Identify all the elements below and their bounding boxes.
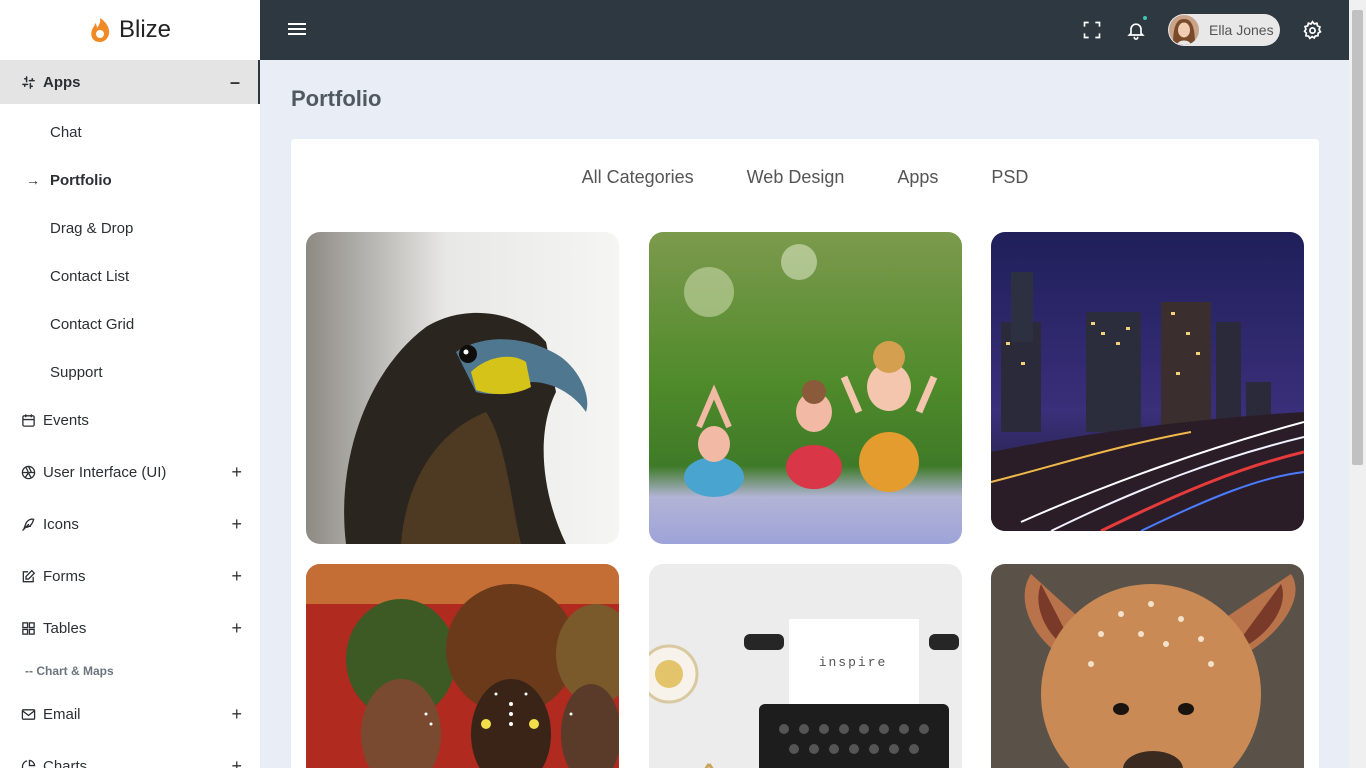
sidebar-item-label: Tables <box>43 619 87 637</box>
portfolio-tile-typewriter[interactable]: inspire <box>649 564 962 768</box>
sidebar-item-events[interactable]: Events <box>0 394 260 446</box>
filter-psd[interactable]: PSD <box>991 167 1028 188</box>
notification-bell-icon[interactable] <box>1124 15 1148 42</box>
sidebar-subitem-label: Contact Grid <box>50 315 135 333</box>
apps-submenu: Chat → Portfolio Drag & Drop Contact List… <box>0 108 260 396</box>
calendar-icon <box>20 412 36 428</box>
section-label-chart-maps: -- Chart & Maps <box>25 664 114 678</box>
aperture-icon <box>20 464 36 480</box>
sidebar-menu: Apps – <box>0 60 260 104</box>
brand-name: Blize <box>118 16 172 43</box>
edit-icon <box>20 568 36 584</box>
avatar <box>1169 15 1199 45</box>
city-night-image <box>991 232 1304 531</box>
portfolio-card: All Categories Web Design Apps PSD inspi… <box>291 139 1319 768</box>
sidebar-item-label: Charts <box>43 757 88 768</box>
portfolio-tile-women[interactable] <box>306 564 619 768</box>
arrow-right-icon: → <box>26 172 40 188</box>
sidebar-item-email[interactable]: Email + <box>0 688 260 740</box>
typewriter-caption: inspire <box>819 655 888 670</box>
expand-toggle[interactable]: + <box>231 618 242 639</box>
fullscreen-icon[interactable] <box>1080 18 1104 42</box>
feather-icon <box>20 516 36 532</box>
user-name: Ella Jones <box>1209 22 1274 38</box>
sidebar-subitem-support[interactable]: Support <box>0 348 260 396</box>
sidebar: Blize Apps – Chat → Portfolio Drag & Drop… <box>0 0 260 768</box>
deer-image <box>991 564 1304 768</box>
collapse-toggle[interactable]: – <box>230 72 240 93</box>
expand-toggle[interactable]: + <box>231 514 242 535</box>
sidebar-item-label: Apps <box>43 73 81 91</box>
pie-chart-icon <box>20 758 36 768</box>
portfolio-tile-deer[interactable] <box>991 564 1304 768</box>
mail-icon <box>20 706 36 722</box>
sidebar-item-label: Icons <box>43 515 79 533</box>
portfolio-tile-city-night[interactable] <box>991 232 1304 531</box>
expand-toggle[interactable]: + <box>231 462 242 483</box>
scroll-thumb[interactable] <box>1352 10 1363 465</box>
sidebar-item-label: Events <box>43 411 89 429</box>
sidebar-item-tables[interactable]: Tables + <box>0 602 260 654</box>
user-menu[interactable]: Ella Jones <box>1168 14 1280 46</box>
expand-toggle[interactable]: + <box>231 566 242 587</box>
sidebar-subitem-label: Portfolio <box>50 171 112 189</box>
eagle-image <box>306 232 619 544</box>
sidebar-subitem-label: Support <box>50 363 103 381</box>
sidebar-subitem-portfolio[interactable]: → Portfolio <box>0 156 260 204</box>
portfolio-tile-eagle[interactable] <box>306 232 619 544</box>
topbar: Ella Jones <box>260 0 1349 60</box>
filter-web-design[interactable]: Web Design <box>747 167 845 188</box>
sidebar-subitem-drag-drop[interactable]: Drag & Drop <box>0 204 260 252</box>
sidebar-item-apps[interactable]: Apps – <box>0 60 260 104</box>
sidebar-subitem-contact-grid[interactable]: Contact Grid <box>0 300 260 348</box>
sidebar-item-charts[interactable]: Charts + <box>0 740 260 768</box>
filter-all-categories[interactable]: All Categories <box>582 167 694 188</box>
sidebar-subitem-contact-list[interactable]: Contact List <box>0 252 260 300</box>
slack-icon <box>20 74 36 90</box>
expand-toggle[interactable]: + <box>231 756 242 768</box>
figurines-image <box>649 232 962 544</box>
sidebar-item-label: Email <box>43 705 81 723</box>
sidebar-item-icons[interactable]: Icons + <box>0 498 260 550</box>
sidebar-subitem-label: Contact List <box>50 267 130 285</box>
page-title: Portfolio <box>291 86 382 111</box>
filter-apps[interactable]: Apps <box>897 167 938 188</box>
hamburger-menu-icon[interactable] <box>288 20 306 38</box>
portfolio-filters: All Categories Web Design Apps PSD <box>291 167 1319 188</box>
portfolio-tile-figurines[interactable] <box>649 232 962 544</box>
sidebar-item-label: User Interface (UI) <box>43 463 167 481</box>
sidebar-item-label: Forms <box>43 567 86 585</box>
sidebar-item-forms[interactable]: Forms + <box>0 550 260 602</box>
gear-icon[interactable] <box>1300 18 1324 42</box>
brand-logo-icon <box>91 18 110 42</box>
scrollbar[interactable] <box>1349 0 1366 768</box>
brand[interactable]: Blize <box>0 0 260 60</box>
sidebar-menu-main: Events User Interface (UI) + Icons + For… <box>0 394 260 654</box>
sidebar-item-user-interface[interactable]: User Interface (UI) + <box>0 446 260 498</box>
sidebar-subitem-label: Drag & Drop <box>50 219 134 237</box>
grid-icon <box>20 620 36 636</box>
typewriter-image: inspire <box>649 564 962 768</box>
notification-dot <box>1142 15 1148 21</box>
sidebar-menu-charts: Email + Charts + <box>0 688 260 768</box>
expand-toggle[interactable]: + <box>231 704 242 725</box>
sidebar-subitem-chat[interactable]: Chat <box>0 108 260 156</box>
women-headwraps-image <box>306 564 619 768</box>
sidebar-subitem-label: Chat <box>50 123 82 141</box>
